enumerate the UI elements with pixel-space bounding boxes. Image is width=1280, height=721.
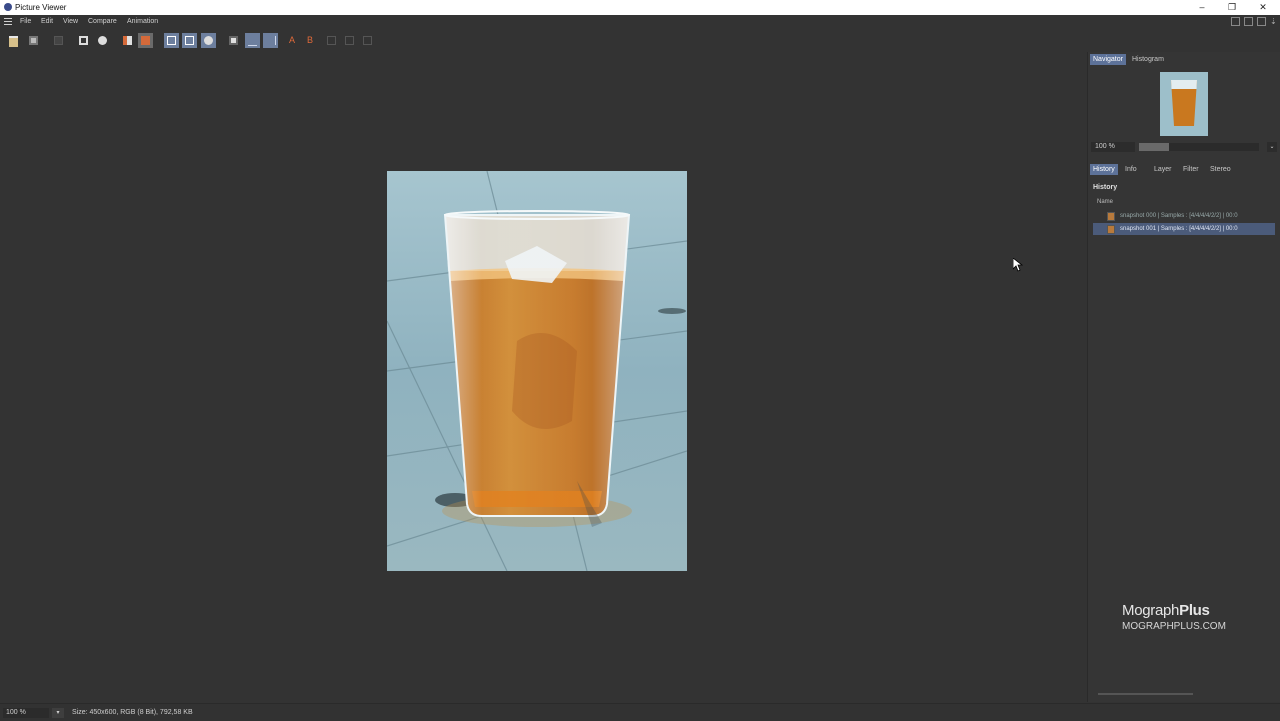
new-window-icon[interactable] — [1244, 17, 1253, 26]
history-row-selected[interactable]: snapshot 001 | Samples : [4/4/4/4/2/2] |… — [1093, 223, 1275, 235]
ab-compare-a-icon[interactable] — [164, 33, 179, 48]
column-name-header: Name — [1097, 199, 1114, 205]
brand-url: MOGRAPHPLUS.COM — [1122, 621, 1226, 632]
rendered-image — [387, 171, 687, 571]
set-b-icon[interactable]: B — [304, 33, 319, 48]
menu-animation[interactable]: Animation — [127, 18, 158, 25]
status-zoom-field[interactable]: 100 % — [3, 708, 49, 718]
tab-stereo[interactable]: Stereo — [1207, 164, 1234, 175]
history-row[interactable]: snapshot 000 | Samples : [4/4/4/4/2/2] |… — [1093, 210, 1275, 222]
history-horizontal-scrollbar[interactable] — [1098, 692, 1268, 696]
filter-icon[interactable] — [120, 33, 135, 48]
history-row-text: snapshot 000 | Samples : [4/4/4/4/2/2] |… — [1120, 213, 1238, 219]
window-title: Picture Viewer — [15, 3, 67, 12]
move-icon[interactable] — [1257, 17, 1266, 26]
history-tabs: History Info Layer Filter Stereo — [1090, 164, 1280, 175]
layer-icon[interactable] — [138, 33, 153, 48]
tab-filter[interactable]: Filter — [1180, 164, 1202, 175]
scrollbar-thumb[interactable] — [1098, 693, 1193, 695]
navigator-zoom-slider[interactable] — [1139, 143, 1259, 151]
navigator-zoom-field[interactable]: 100 % — [1091, 142, 1135, 152]
tab-navigator[interactable]: Navigator — [1090, 54, 1126, 65]
snapshot-thumbnail — [1107, 225, 1115, 234]
snapshot-thumbnail — [1107, 212, 1115, 221]
image-info-text: Size: 450x600, RGB (8 Bit), 792,58 KB — [72, 709, 193, 716]
history-heading: History — [1093, 184, 1118, 191]
brand-name-regular: Mograph — [1122, 602, 1180, 619]
magnify-icon[interactable] — [360, 33, 375, 48]
menu-bar: File Edit View Compare Animation ⇣ — [0, 15, 1280, 29]
ab-compare-b-icon[interactable] — [182, 33, 197, 48]
save-icon[interactable] — [26, 33, 41, 48]
set-a-icon[interactable]: A — [286, 33, 301, 48]
pin-icon[interactable]: ⇣ — [1270, 17, 1279, 26]
minimize-button[interactable]: – — [1195, 1, 1209, 13]
navigator-tabs: Navigator Histogram — [1090, 54, 1280, 65]
app-icon — [4, 3, 12, 11]
close-button[interactable]: ✕ — [1256, 1, 1270, 13]
side-panel: Navigator Histogram 100 % ⌄ History Info… — [1087, 52, 1280, 702]
open-icon[interactable] — [6, 33, 21, 48]
crop-icon[interactable] — [76, 33, 91, 48]
toolbar: A B — [0, 30, 1086, 52]
render-glass-image — [387, 171, 687, 571]
tab-histogram[interactable]: Histogram — [1129, 54, 1167, 65]
tab-layer[interactable]: Layer — [1151, 164, 1175, 175]
hamburger-menu-icon[interactable] — [4, 18, 12, 25]
render-region-icon[interactable] — [51, 33, 66, 48]
split-horizontal-icon[interactable] — [245, 33, 260, 48]
restore-button[interactable]: ❐ — [1225, 1, 1239, 13]
mouse-cursor-icon — [1013, 258, 1023, 272]
full-view-icon[interactable] — [342, 33, 357, 48]
tab-history[interactable]: History — [1090, 164, 1118, 175]
split-vertical-icon[interactable] — [263, 33, 278, 48]
menu-edit[interactable]: Edit — [41, 18, 53, 25]
stop-render-icon[interactable] — [95, 33, 110, 48]
title-bar: Picture Viewer – ❐ ✕ — [0, 0, 1280, 15]
image-viewport[interactable] — [0, 52, 1086, 702]
watermark-branding: MographPlus MOGRAPHPLUS.COM — [1122, 602, 1272, 632]
tab-info[interactable]: Info — [1122, 164, 1140, 175]
navigator-zoom: 100 % ⌄ — [1091, 142, 1277, 152]
chevron-down-icon[interactable]: ⌄ — [1267, 142, 1277, 152]
menu-compare[interactable]: Compare — [88, 18, 117, 25]
navigator-thumbnail[interactable] — [1160, 72, 1208, 136]
fit-icon[interactable] — [324, 33, 339, 48]
status-bar: 100 % ▾ Size: 450x600, RGB (8 Bit), 792,… — [0, 703, 1280, 721]
menu-file[interactable]: File — [20, 18, 31, 25]
brand-name-bold: Plus — [1179, 602, 1210, 619]
ab-swap-icon[interactable] — [201, 33, 216, 48]
zoom-dropdown-icon[interactable]: ▾ — [52, 708, 64, 718]
history-row-text: snapshot 001 | Samples : [4/4/4/4/2/2] |… — [1120, 226, 1238, 232]
snapshot-icon[interactable] — [226, 33, 241, 48]
panel-layout-icon[interactable] — [1231, 17, 1240, 26]
menu-view[interactable]: View — [63, 18, 78, 25]
zoom-slider-handle[interactable] — [1139, 143, 1169, 151]
